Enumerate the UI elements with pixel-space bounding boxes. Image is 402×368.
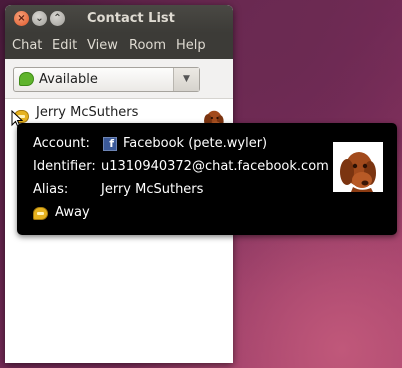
identifier-value: u1310940372@chat.facebook.com xyxy=(101,159,329,174)
menu-room[interactable]: Room xyxy=(129,38,166,53)
away-bubble-icon xyxy=(33,207,48,220)
available-bubble-icon xyxy=(19,72,34,86)
contact-name: Jerry McSuthers xyxy=(36,105,139,120)
maximize-button[interactable]: ⌃ xyxy=(50,11,65,26)
status-toolbar: Available ▼ xyxy=(5,59,233,99)
alias-label: Alias: xyxy=(33,182,69,197)
minimize-button[interactable]: ⌄ xyxy=(32,11,47,26)
account-label: Account: xyxy=(33,136,90,151)
identifier-label: Identifier: xyxy=(33,159,96,174)
facebook-icon: f xyxy=(103,137,117,151)
menu-view[interactable]: View xyxy=(87,38,118,53)
account-value: Facebook (pete.wyler) xyxy=(123,136,268,151)
window-title: Contact List xyxy=(87,11,175,26)
contact-avatar-large xyxy=(333,142,383,192)
close-button[interactable]: × xyxy=(14,11,29,26)
dropdown-arrow-icon[interactable]: ▼ xyxy=(173,68,199,91)
status-selector[interactable]: Available ▼ xyxy=(13,67,200,92)
menu-chat[interactable]: Chat xyxy=(12,38,42,53)
status-value: Available xyxy=(39,72,98,87)
contact-tooltip: Account: f Facebook (pete.wyler) Identif… xyxy=(17,123,397,235)
menu-bar: Chat Edit View Room Help xyxy=(5,33,233,59)
presence-value: Away xyxy=(55,205,90,220)
alias-value: Jerry McSuthers xyxy=(101,182,204,197)
title-bar[interactable]: × ⌄ ⌃ Contact List xyxy=(5,5,233,33)
menu-edit[interactable]: Edit xyxy=(52,38,77,53)
dog-avatar-icon xyxy=(333,142,383,192)
menu-help[interactable]: Help xyxy=(176,38,206,53)
